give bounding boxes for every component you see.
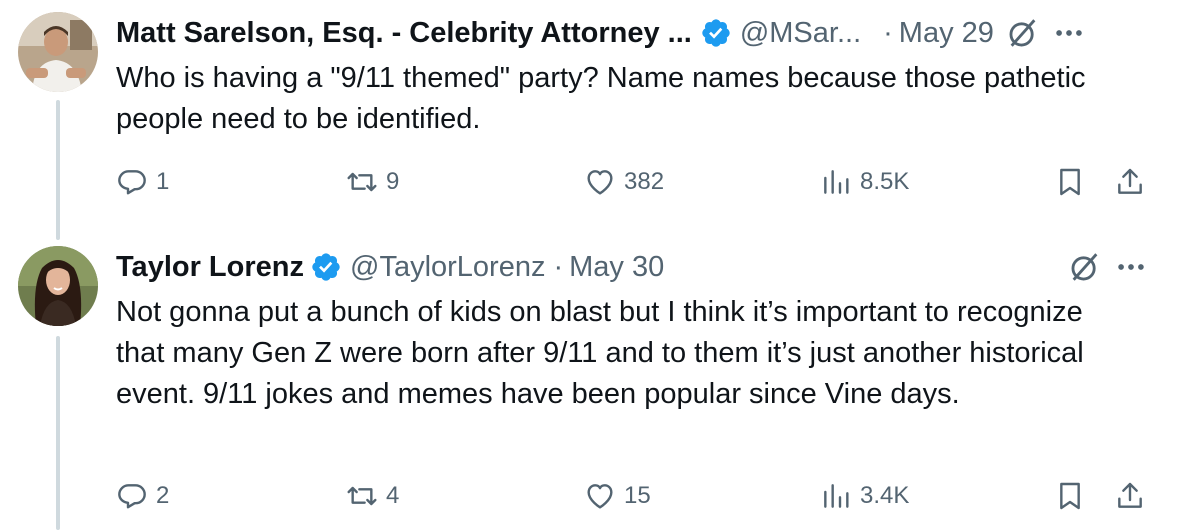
reply-count: 1 xyxy=(156,168,170,195)
tweet-actions: 2 4 15 3.4K xyxy=(0,476,1184,516)
tweet-header: Matt Sarelson, Esq. - Celebrity Attorney… xyxy=(116,13,1148,53)
share-button[interactable] xyxy=(1114,162,1146,202)
retweet-button[interactable]: 4 xyxy=(346,476,399,516)
tweet-actions: 1 9 382 8.5K xyxy=(0,162,1184,202)
bookmark-icon xyxy=(1060,482,1080,510)
grok-icon[interactable] xyxy=(1006,16,1040,50)
like-icon xyxy=(587,170,613,195)
tweet-header: Taylor Lorenz @TaylorLorenz · May 30 xyxy=(116,247,1148,287)
tweet-text: Not gonna put a bunch of kids on blast b… xyxy=(116,296,1084,410)
separator-dot: · xyxy=(553,250,564,283)
verified-badge-icon[interactable] xyxy=(700,17,732,49)
avatar-photo-woman xyxy=(18,246,98,326)
grok-icon[interactable] xyxy=(1068,250,1102,284)
bookmark-button[interactable] xyxy=(1054,162,1086,202)
tweet-date[interactable]: May 29 xyxy=(899,17,994,50)
views-button[interactable]: 8.5K xyxy=(820,162,909,202)
reply-button[interactable]: 2 xyxy=(116,476,169,516)
retweet-icon xyxy=(347,172,377,192)
views-count: 8.5K xyxy=(860,168,910,195)
tweet-text: Who is having a "9/11 themed" party? Nam… xyxy=(116,62,1086,135)
retweet-count: 4 xyxy=(386,482,400,509)
views-button[interactable]: 3.4K xyxy=(820,476,909,516)
avatar-photo-man xyxy=(18,12,98,92)
author-handle[interactable]: @MSar... xyxy=(740,17,861,50)
bookmark-icon xyxy=(1060,168,1080,196)
like-icon xyxy=(587,484,613,509)
reply-count: 2 xyxy=(156,482,170,509)
like-count: 382 xyxy=(624,168,665,195)
views-icon xyxy=(824,484,849,508)
author-name[interactable]: Matt Sarelson, Esq. - Celebrity Attorney… xyxy=(116,17,692,50)
retweet-count: 9 xyxy=(386,168,400,195)
tweet-date[interactable]: May 30 xyxy=(569,251,664,284)
reply-button[interactable]: 1 xyxy=(116,162,169,202)
separator-dot: · xyxy=(883,16,893,49)
avatar[interactable] xyxy=(18,12,98,92)
retweet-button[interactable]: 9 xyxy=(346,162,399,202)
reply-icon xyxy=(118,484,146,509)
avatar[interactable] xyxy=(18,246,98,326)
share-icon xyxy=(1118,482,1142,508)
like-count: 15 xyxy=(624,482,651,509)
like-button[interactable]: 382 xyxy=(584,162,664,202)
share-button[interactable] xyxy=(1114,476,1146,516)
verified-badge-icon[interactable] xyxy=(310,251,342,283)
author-name[interactable]: Taylor Lorenz xyxy=(116,251,304,284)
share-icon xyxy=(1118,168,1142,194)
views-icon xyxy=(824,170,849,194)
more-icon[interactable] xyxy=(1114,250,1148,284)
more-icon[interactable] xyxy=(1052,16,1086,50)
retweet-icon xyxy=(347,486,377,506)
reply-icon xyxy=(118,170,146,195)
author-handle[interactable]: @TaylorLorenz xyxy=(350,251,545,284)
like-button[interactable]: 15 xyxy=(584,476,651,516)
bookmark-button[interactable] xyxy=(1054,476,1086,516)
views-count: 3.4K xyxy=(860,482,910,509)
